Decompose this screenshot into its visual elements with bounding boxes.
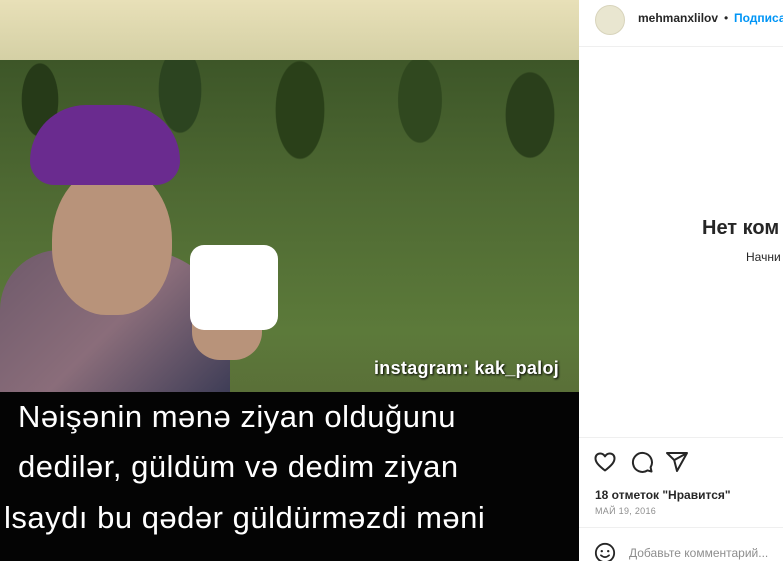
post-date: МАЙ 19, 2016 (595, 506, 657, 516)
comment-icon[interactable] (630, 450, 654, 474)
avatar[interactable] (595, 5, 625, 35)
image-watermark: instagram: kak_paloj (374, 358, 560, 378)
separator-dot: • (724, 11, 729, 25)
share-icon[interactable] (665, 450, 689, 474)
image-headscarf (30, 105, 180, 185)
comment-input[interactable] (629, 542, 779, 561)
censor-patch (190, 245, 278, 330)
caption-line: lsaydı bu qədər güldürməzdi məni (4, 500, 486, 535)
actions-divider (579, 437, 783, 438)
image-face (52, 165, 172, 315)
heart-icon[interactable] (593, 450, 617, 474)
image-caption: Nəişənin mənə ziyan olduğunu dedilər, gü… (0, 392, 579, 561)
likes-count[interactable]: 18 отметок "Нравится" (595, 488, 731, 502)
post-header: mehmanxlilov • Подписа (579, 0, 783, 47)
post-sidebar: mehmanxlilov • Подписа Нет ком Начни 18 … (579, 0, 783, 561)
no-comments-subtitle: Начни (746, 250, 781, 264)
caption-line: Nəişənin mənə ziyan olduğunu (18, 399, 456, 434)
follow-button[interactable]: Подписа (734, 11, 783, 25)
post-image[interactable]: instagram: kak_paloj Nəişənin mənə ziyan… (0, 0, 579, 561)
emoji-icon[interactable] (594, 542, 616, 561)
caption-line: dedilər, güldüm və dedim ziyan (18, 449, 459, 484)
comment-bar (579, 527, 783, 561)
username-link[interactable]: mehmanxlilov (638, 11, 718, 25)
no-comments-title: Нет ком (702, 217, 780, 239)
